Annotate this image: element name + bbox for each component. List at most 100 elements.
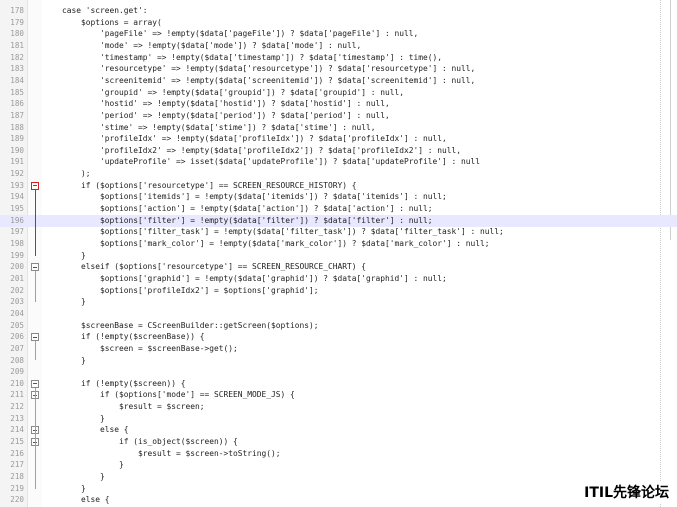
code-text: 'pageFile' => !empty($data['pageFile']) … xyxy=(43,29,419,39)
line-number: 199 xyxy=(10,250,24,260)
fold-toggle-icon[interactable] xyxy=(31,181,39,190)
code-line[interactable]: 204 xyxy=(0,308,677,320)
code-line[interactable]: 218 } xyxy=(0,471,677,483)
code-line[interactable]: 214 else { xyxy=(0,424,677,436)
line-number: 191 xyxy=(10,157,24,167)
line-number: 205 xyxy=(10,320,24,330)
fold-toggle-icon[interactable] xyxy=(31,333,39,342)
code-line[interactable]: 197 $options['filter_task'] = !empty($da… xyxy=(0,226,677,238)
line-number: 201 xyxy=(10,273,24,283)
code-text: } xyxy=(43,413,105,423)
line-number: 202 xyxy=(10,285,24,295)
fold-guide xyxy=(35,446,36,466)
fold-guide xyxy=(35,399,36,419)
code-line[interactable]: 179 $options = array( xyxy=(0,17,677,29)
code-text: 'profileIdx2' => !empty($data['profileId… xyxy=(43,145,462,155)
watermark-logo: ITIL先锋论坛 xyxy=(582,481,671,503)
code-line[interactable]: 180 'pageFile' => !empty($data['pageFile… xyxy=(0,28,677,40)
line-number: 207 xyxy=(10,343,24,353)
code-line[interactable]: 190 'profileIdx2' => !empty($data['profi… xyxy=(0,145,677,157)
line-number: 187 xyxy=(10,110,24,120)
line-number: 193 xyxy=(10,180,24,190)
line-number: 219 xyxy=(10,483,24,493)
code-line[interactable]: 194 $options['itemids'] = !empty($data['… xyxy=(0,191,677,203)
code-line[interactable]: 192 ); xyxy=(0,168,677,180)
code-line[interactable]: 195 $options['action'] = !empty($data['a… xyxy=(0,203,677,215)
fold-guide xyxy=(35,271,36,303)
code-line[interactable]: 210 if (!empty($screen)) { xyxy=(0,378,677,390)
code-line[interactable]: 220 else { xyxy=(0,494,677,506)
code-line[interactable]: 206 if (!empty($screenBase)) { xyxy=(0,331,677,343)
code-line[interactable]: 188 'stime' => !empty($data['stime']) ? … xyxy=(0,122,677,134)
fold-guide xyxy=(35,189,36,256)
line-number: 181 xyxy=(10,40,24,50)
line-number: 216 xyxy=(10,448,24,458)
code-line[interactable]: 184 'screenitemid' => !empty($data['scre… xyxy=(0,75,677,87)
line-number: 195 xyxy=(10,204,24,214)
code-editor[interactable]: 178 case 'screen.get': 179 $options = arr… xyxy=(0,0,677,507)
line-number: 208 xyxy=(10,355,24,365)
code-line[interactable]: 182 'timestamp' => !empty($data['timesta… xyxy=(0,52,677,64)
code-text: 'screenitemid' => !empty($data['screenit… xyxy=(43,75,476,85)
line-number: 179 xyxy=(10,17,24,27)
code-line[interactable]: 215 if (is_object($screen)) { xyxy=(0,436,677,448)
code-line[interactable]: 211 if ($options['mode'] == SCREEN_MODE_… xyxy=(0,389,677,401)
code-text: elseif ($options['resourcetype'] == SCRE… xyxy=(43,262,367,272)
code-line[interactable]: 189 'profileIdx' => !empty($data['profil… xyxy=(0,133,677,145)
code-text: 'stime' => !empty($data['stime']) ? $dat… xyxy=(43,122,376,132)
code-text: $options['action'] = !empty($data['actio… xyxy=(43,204,433,214)
code-text: $screenBase = CScreenBuilder::getScreen(… xyxy=(43,320,319,330)
code-line[interactable]: 199 } xyxy=(0,250,677,262)
line-number: 198 xyxy=(10,239,24,248)
code-line[interactable]: 191 'updateProfile' => isset($data['upda… xyxy=(0,156,677,168)
line-number: 217 xyxy=(10,460,24,470)
line-number: 206 xyxy=(10,332,24,342)
code-line[interactable]: 200 elseif ($options['resourcetype'] == … xyxy=(0,261,677,273)
fold-toggle-icon[interactable] xyxy=(31,379,39,388)
code-text: if (is_object($screen)) { xyxy=(43,437,238,447)
code-line[interactable]: 183 'resourcetype' => !empty($data['reso… xyxy=(0,63,677,75)
line-number: 196 xyxy=(10,215,24,225)
code-line[interactable]: 219 } xyxy=(0,483,677,495)
code-line[interactable]: 187 'period' => !empty($data['period']) … xyxy=(0,110,677,122)
line-number: 212 xyxy=(10,402,24,412)
code-text: 'resourcetype' => !empty($data['resource… xyxy=(43,64,476,74)
code-line[interactable]: 209 xyxy=(0,366,677,378)
code-text: $options = array( xyxy=(43,17,162,27)
code-text: $options['filter'] = !empty($data['filte… xyxy=(43,215,433,225)
code-text: if (!empty($screen)) { xyxy=(43,378,186,388)
fold-toggle-icon[interactable] xyxy=(31,263,39,272)
code-text: } xyxy=(43,472,105,481)
line-number: 211 xyxy=(10,390,24,400)
code-line[interactable]: 181 'mode' => !empty($data['mode']) ? $d… xyxy=(0,40,677,52)
code-line[interactable]: 216 $result = $screen->toString(); xyxy=(0,448,677,460)
code-line[interactable]: 205 $screenBase = CScreenBuilder::getScr… xyxy=(0,320,677,332)
fold-guide xyxy=(35,341,36,361)
line-number: 186 xyxy=(10,99,24,109)
code-line[interactable]: 185 'groupid' => !empty($data['groupid']… xyxy=(0,87,677,99)
code-line[interactable]: 201 $options['graphid'] = !empty($data['… xyxy=(0,273,677,285)
code-line[interactable]: 178 case 'screen.get': xyxy=(0,5,677,17)
line-number: 209 xyxy=(10,367,24,377)
code-line[interactable]: 186 'hostid' => !empty($data['hostid']) … xyxy=(0,98,677,110)
line-number: 215 xyxy=(10,437,24,447)
code-line[interactable]: 207 $screen = $screenBase->get(); xyxy=(0,343,677,355)
line-number: 182 xyxy=(10,52,24,62)
line-number: 184 xyxy=(10,75,24,85)
line-number: 203 xyxy=(10,297,24,307)
code-line[interactable]: 203 } xyxy=(0,296,677,308)
code-line[interactable]: 196 $options['filter'] = !empty($data['f… xyxy=(0,214,677,227)
code-line[interactable]: 198 $options['mark_color'] = !empty($dat… xyxy=(0,238,677,250)
line-number: 210 xyxy=(10,378,24,388)
line-number: 214 xyxy=(10,425,24,435)
code-line[interactable]: 212 $result = $screen; xyxy=(0,401,677,413)
code-text: 'groupid' => !empty($data['groupid']) ? … xyxy=(43,87,405,97)
code-line[interactable]: 213 } xyxy=(0,413,677,425)
code-line[interactable]: 217 } xyxy=(0,459,677,471)
code-line[interactable]: 208 } xyxy=(0,355,677,367)
code-line[interactable]: 193 if ($options['resourcetype'] == SCRE… xyxy=(0,180,677,192)
code-text: case 'screen.get': xyxy=(43,6,148,15)
code-line[interactable]: 202 $options['profileIdx2'] = $options['… xyxy=(0,285,677,297)
code-text: } xyxy=(43,460,124,470)
line-number: 197 xyxy=(10,227,24,237)
